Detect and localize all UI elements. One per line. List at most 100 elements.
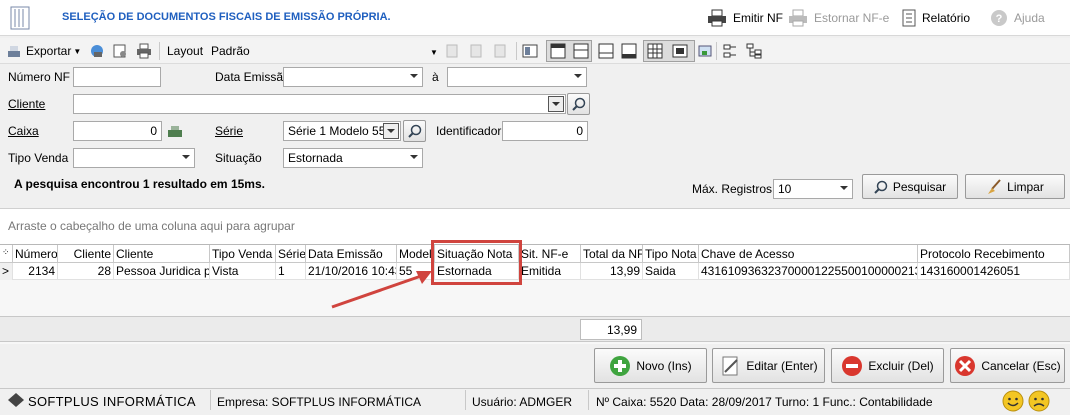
limpar-button[interactable]: Limpar [965, 174, 1065, 199]
annotation-arrow-icon [331, 271, 432, 309]
relatorio-button[interactable]: Relatório [902, 9, 970, 27]
numero-nf-label: Número NF [8, 70, 71, 84]
cell-tipo-nota[interactable]: Saida [643, 263, 699, 280]
column-header-protocolo[interactable]: Protocolo Recebimento [918, 245, 1070, 263]
group-by-hint: Arraste o cabeçalho de uma coluna aqui p… [8, 219, 295, 233]
data-emissao-from-input[interactable] [283, 67, 423, 87]
disabled-tool-icon [468, 43, 484, 59]
svg-text:?: ? [996, 13, 1003, 25]
situacao-value: Estornada [288, 151, 343, 165]
column-header-cliente[interactable]: Cliente [114, 245, 210, 263]
cancelar-button[interactable]: Cancelar (Esc) [950, 348, 1065, 383]
cell-total-nf[interactable]: 13,99 [581, 263, 643, 280]
company-logo: SOFTPLUS INFORMÁTICA [28, 394, 196, 409]
status-divider [588, 390, 589, 410]
view-header-button[interactable] [550, 43, 566, 59]
serie-dropdown-button[interactable] [383, 123, 399, 139]
column-header-modelo[interactable]: Modelo [397, 245, 435, 263]
print-button[interactable] [136, 43, 152, 59]
emitir-nf-label: Emitir NF [733, 11, 783, 25]
layout-select[interactable]: Padrão [211, 43, 250, 59]
cash-register-icon[interactable] [166, 122, 184, 143]
chevron-down-icon [574, 74, 582, 78]
happy-face-icon[interactable] [1002, 390, 1024, 415]
column-header-tipo-venda[interactable]: Tipo Venda [210, 245, 276, 263]
pesquisar-label: Pesquisar [892, 179, 947, 194]
column-header-cliente-id[interactable]: Cliente [58, 245, 114, 263]
cliente-input[interactable] [73, 94, 566, 114]
novo-button[interactable]: Novo (Ins) [594, 348, 707, 383]
chevron-down-icon [552, 102, 560, 106]
column-header-serie[interactable]: Série [276, 245, 306, 263]
chevron-down-icon [410, 74, 418, 78]
editar-button[interactable]: Editar (Enter) [712, 348, 825, 383]
situacao-select[interactable]: Estornada [283, 148, 423, 168]
view-footer-button[interactable] [573, 43, 589, 59]
max-registros-select[interactable]: 10 [773, 179, 853, 199]
column-header-sit-nfe[interactable]: Sit. NF-e [519, 245, 581, 263]
hierarchy-button[interactable] [746, 43, 762, 59]
excluir-button[interactable]: Excluir (Del) [831, 348, 944, 383]
estornar-nfe-button[interactable]: Estornar NF-e [788, 9, 889, 27]
serie-label: Série [215, 124, 244, 138]
column-header-chave-acesso[interactable]: Chave de Acesso [699, 245, 918, 263]
limpar-label: Limpar [1007, 179, 1044, 194]
plus-circle-icon [610, 355, 631, 376]
numero-nf-input[interactable] [73, 67, 161, 87]
tools-icon [8, 46, 20, 57]
data-emissao-label: Data Emissão [215, 70, 290, 84]
dropdown-arrow-icon: ▼ [73, 46, 82, 56]
footer-view-icon [573, 43, 589, 59]
pesquisar-button[interactable]: Pesquisar [862, 174, 958, 199]
page-setup-button[interactable] [112, 43, 128, 59]
exportar-button[interactable]: Exportar ▼ [6, 43, 81, 59]
cell-cliente[interactable]: Pessoa Juridica par [114, 263, 210, 280]
disabled-tool-icon [492, 43, 508, 59]
ajuda-button[interactable]: ? Ajuda [990, 9, 1045, 27]
cell-sit-nfe[interactable]: Emitida [519, 263, 581, 280]
cell-numero[interactable]: 2134 [13, 263, 58, 280]
cliente-label: Cliente [8, 97, 46, 111]
row-indicator-icon: > [0, 263, 13, 280]
max-registros-value: 10 [778, 182, 792, 196]
situacao-label: Situação [215, 151, 262, 165]
caixa-label: Caixa [8, 124, 39, 138]
data-emissao-to-input[interactable] [447, 67, 587, 87]
identificador-input[interactable]: 0 [502, 121, 588, 141]
column-header-data-emissao[interactable]: Data Emissão [306, 245, 397, 263]
cell-tipo-venda[interactable]: Vista [210, 263, 276, 280]
report-icon [902, 9, 916, 27]
novo-label: Novo (Ins) [636, 358, 692, 373]
caixa-input[interactable]: 0 [73, 121, 162, 141]
max-registros-label: Máx. Registros [692, 182, 773, 196]
edit-document-icon [722, 356, 739, 375]
view-group-button[interactable] [598, 43, 614, 59]
columns-chooser-button[interactable] [522, 43, 538, 59]
cell-protocolo[interactable]: 143160001426051 [918, 263, 1070, 280]
grid-corner-icon[interactable]: ⁘ [0, 245, 13, 263]
column-header-numero[interactable]: Número [13, 245, 58, 263]
document-icon [8, 5, 34, 31]
toolbar-divider [516, 42, 517, 60]
cliente-dropdown-button[interactable] [548, 96, 564, 112]
image-button[interactable] [697, 43, 713, 59]
layout-label: Layout [167, 44, 204, 58]
tipo-venda-select[interactable] [73, 148, 195, 168]
layout-dropdown-icon[interactable]: ▼ [430, 44, 440, 58]
status-divider [210, 390, 211, 410]
column-header-total-nf[interactable]: Total da NF [581, 245, 643, 263]
cliente-search-button[interactable] [567, 93, 590, 115]
help-icon: ? [991, 10, 1007, 26]
cell-serie[interactable]: 1 [276, 263, 306, 280]
column-header-tipo-nota[interactable]: Tipo Nota [643, 245, 699, 263]
emitir-nf-button[interactable]: Emitir NF [707, 9, 783, 27]
serie-search-button[interactable] [403, 120, 426, 142]
cell-chave-acesso[interactable]: 43161093632370000122550010000021341​0 [699, 263, 918, 280]
sad-face-icon[interactable] [1028, 390, 1050, 415]
cell-cliente-id[interactable]: 28 [58, 263, 114, 280]
expand-button[interactable] [722, 43, 738, 59]
view-summary-button[interactable] [621, 43, 637, 59]
auto-width-button[interactable] [672, 43, 688, 59]
print-preview-button[interactable] [89, 43, 105, 59]
grid-lines-button[interactable] [647, 43, 663, 59]
